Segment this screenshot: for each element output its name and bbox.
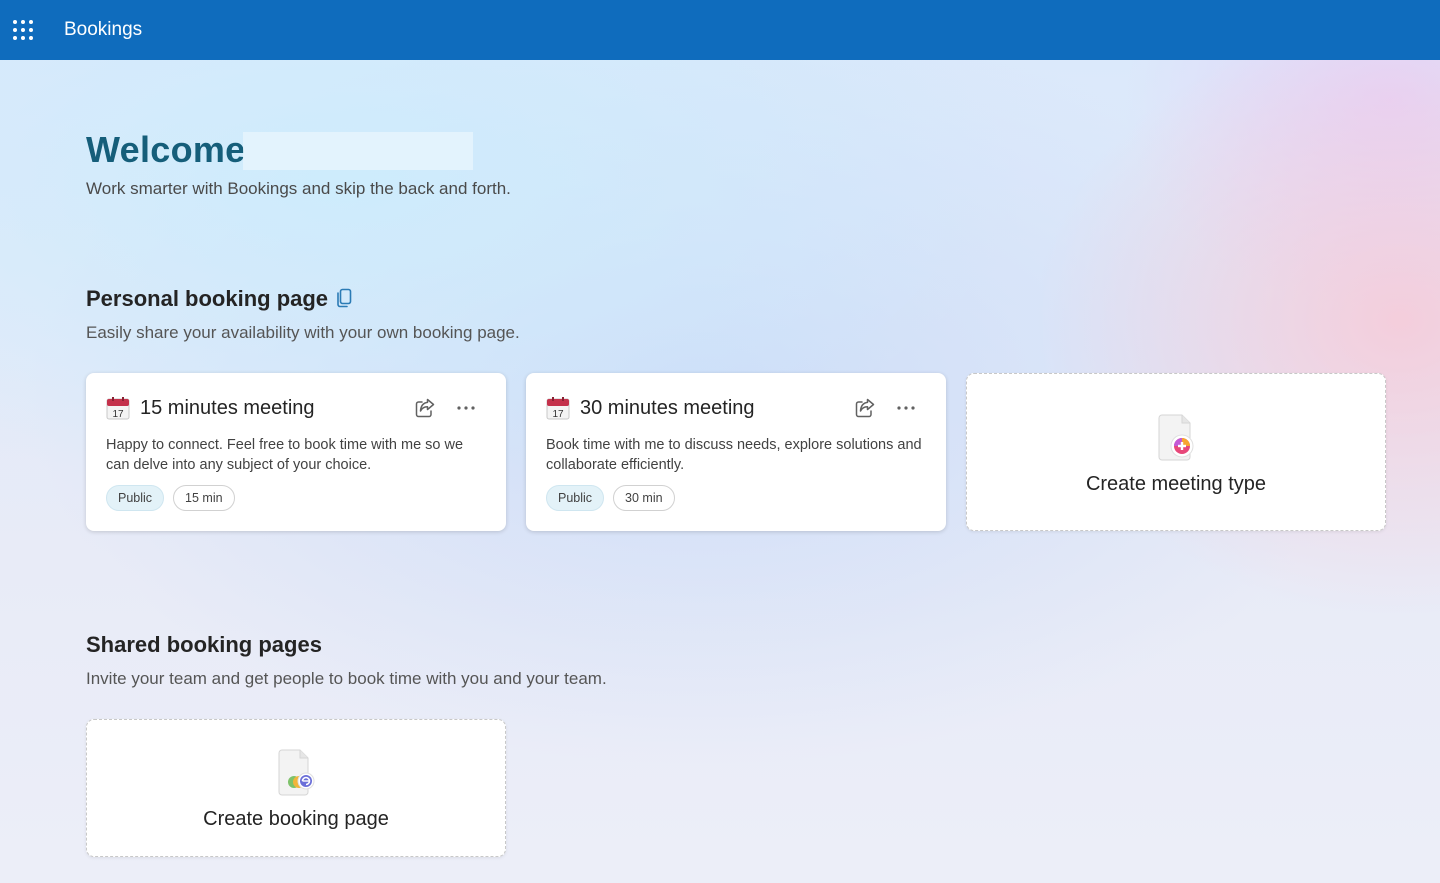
shared-section-title: Shared booking pages bbox=[86, 632, 322, 657]
more-options-icon[interactable] bbox=[455, 397, 477, 419]
create-meeting-type-label: Create meeting type bbox=[1085, 472, 1267, 495]
welcome-title: Welcome bbox=[86, 129, 246, 170]
create-meeting-type-button[interactable]: Create meeting type bbox=[966, 373, 1386, 531]
copy-icon[interactable] bbox=[336, 288, 352, 308]
shared-section-description: Invite your team and get people to book … bbox=[86, 669, 607, 688]
more-options-icon[interactable] bbox=[895, 397, 917, 419]
main-content: Welcome Work smarter with Bookings and s… bbox=[0, 60, 1440, 883]
meeting-title: 30 minutes meeting bbox=[580, 397, 755, 419]
meeting-card-30min[interactable]: 17 30 minutes meeting Book time with me … bbox=[526, 373, 946, 531]
duration-badge: 30 min bbox=[613, 485, 675, 511]
app-launcher-icon[interactable] bbox=[12, 19, 34, 41]
meeting-description: Book time with me to discuss needs, expl… bbox=[546, 437, 922, 473]
create-meeting-type-icon bbox=[1158, 414, 1194, 460]
create-booking-page-button[interactable]: Create booking page bbox=[86, 719, 506, 857]
calendar-icon: 17 bbox=[106, 397, 130, 420]
create-booking-page-label: Create booking page bbox=[203, 807, 389, 830]
calendar-icon: 17 bbox=[546, 397, 570, 420]
visibility-badge: Public bbox=[546, 485, 605, 511]
top-bar: Bookings bbox=[0, 0, 1440, 60]
meeting-title: 15 minutes meeting bbox=[140, 397, 315, 419]
welcome-subtitle: Work smarter with Bookings and skip the … bbox=[86, 179, 511, 198]
visibility-badge: Public bbox=[106, 485, 165, 511]
meeting-card-15min[interactable]: 17 15 minutes meeting Happy to connect. … bbox=[86, 373, 506, 531]
duration-badge: 15 min bbox=[173, 485, 235, 511]
redacted-user-name bbox=[243, 132, 473, 170]
create-booking-page-icon bbox=[278, 749, 315, 795]
personal-section-description: Easily share your availability with your… bbox=[86, 323, 520, 342]
personal-section-title: Personal booking page bbox=[86, 286, 352, 312]
calendar-day: 17 bbox=[552, 409, 564, 420]
share-icon[interactable] bbox=[414, 397, 436, 419]
calendar-day: 17 bbox=[112, 409, 124, 420]
share-icon[interactable] bbox=[854, 397, 876, 419]
meeting-tags: Public 30 min bbox=[546, 485, 675, 511]
app-title: Bookings bbox=[64, 19, 143, 40]
personal-section-title-text: Personal booking page bbox=[86, 286, 329, 311]
meeting-tags: Public 15 min bbox=[106, 485, 235, 511]
meeting-description: Happy to connect. Feel free to book time… bbox=[106, 437, 464, 473]
